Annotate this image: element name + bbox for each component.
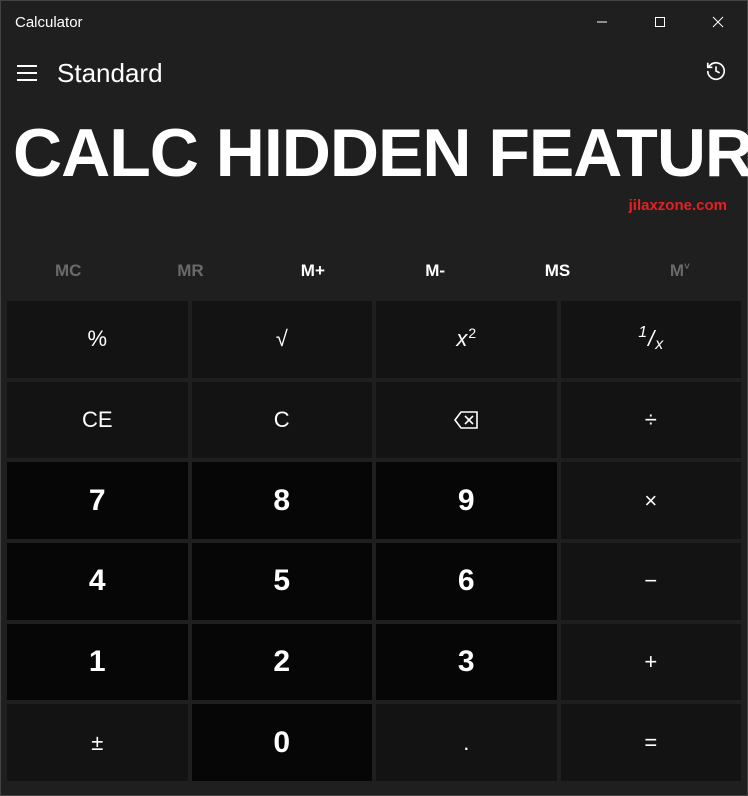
close-icon [712, 16, 724, 28]
clear-button[interactable]: C [192, 382, 373, 459]
digit-2-button[interactable]: 2 [192, 624, 373, 701]
hamburger-icon [17, 65, 37, 67]
multiply-button[interactable]: × [561, 462, 742, 539]
maximize-icon [654, 16, 666, 28]
maximize-button[interactable] [631, 1, 689, 43]
digit-6-button[interactable]: 6 [376, 543, 557, 620]
digit-4-button[interactable]: 4 [7, 543, 188, 620]
memory-list-button: M˅ [619, 251, 741, 291]
equals-button[interactable]: = [561, 704, 742, 781]
negate-button[interactable]: ± [7, 704, 188, 781]
window-title: Calculator [15, 14, 83, 31]
memory-add-button[interactable]: M+ [252, 251, 374, 291]
keypad: % √ x2 1 / x CE C ÷ 7 8 9 × 4 5 6 − 1 2 … [1, 297, 747, 787]
backspace-button[interactable] [376, 382, 557, 459]
watermark: jilaxzone.com [629, 197, 727, 214]
divide-button[interactable]: ÷ [561, 382, 742, 459]
reciprocal-button[interactable]: 1 / x [561, 301, 742, 378]
menu-button[interactable] [15, 61, 39, 85]
header: Standard [1, 49, 747, 97]
window-controls [573, 1, 747, 43]
memory-clear-button: MC [7, 251, 129, 291]
digit-9-button[interactable]: 9 [376, 462, 557, 539]
memory-row: MC MR M+ M- MS M˅ [1, 245, 747, 297]
backspace-icon [453, 410, 479, 430]
percent-button[interactable]: % [7, 301, 188, 378]
memory-subtract-button[interactable]: M- [374, 251, 496, 291]
display: CALC HIDDEN FEATURES jilaxzone.com [1, 97, 747, 245]
square-button[interactable]: x2 [376, 301, 557, 378]
digit-1-button[interactable]: 1 [7, 624, 188, 701]
memory-store-button[interactable]: MS [496, 251, 618, 291]
digit-7-button[interactable]: 7 [7, 462, 188, 539]
plus-button[interactable]: + [561, 624, 742, 701]
digit-5-button[interactable]: 5 [192, 543, 373, 620]
minus-button[interactable]: − [561, 543, 742, 620]
mode-label: Standard [57, 58, 163, 89]
titlebar: Calculator [1, 1, 747, 43]
display-text: CALC HIDDEN FEATURES [13, 97, 735, 187]
minimize-button[interactable] [573, 1, 631, 43]
memory-recall-button: MR [129, 251, 251, 291]
clear-entry-button[interactable]: CE [7, 382, 188, 459]
history-icon [705, 60, 727, 82]
digit-3-button[interactable]: 3 [376, 624, 557, 701]
close-button[interactable] [689, 1, 747, 43]
history-button[interactable] [699, 54, 733, 93]
digit-8-button[interactable]: 8 [192, 462, 373, 539]
decimal-button[interactable]: . [376, 704, 557, 781]
digit-0-button[interactable]: 0 [192, 704, 373, 781]
minimize-icon [596, 16, 608, 28]
sqrt-button[interactable]: √ [192, 301, 373, 378]
header-left: Standard [15, 58, 163, 89]
